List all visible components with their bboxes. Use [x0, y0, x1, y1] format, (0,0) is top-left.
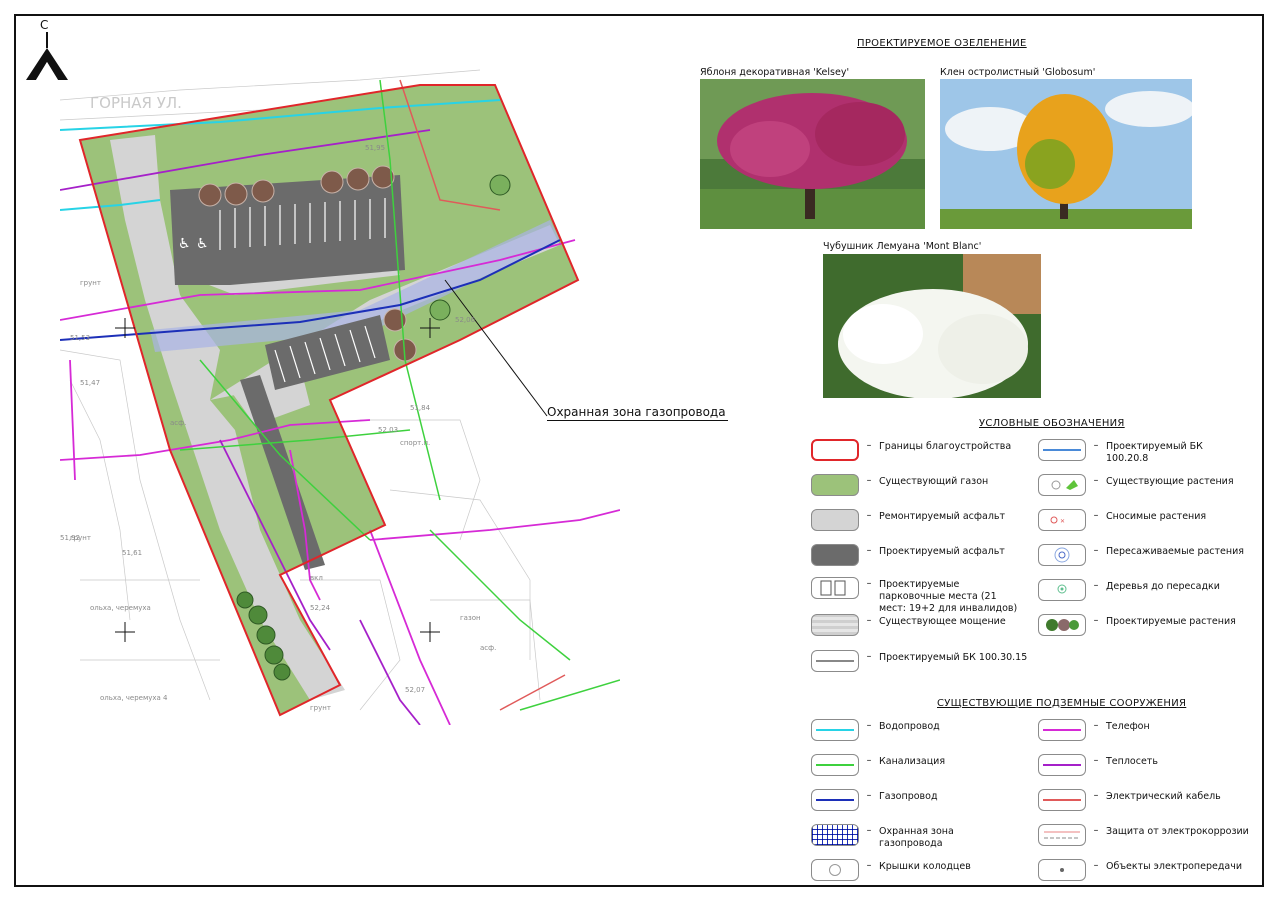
lawn-swatch	[811, 474, 859, 496]
svg-text:51,84: 51,84	[410, 404, 431, 412]
svg-text:асф.: асф.	[170, 419, 186, 427]
svg-text:52,03: 52,03	[378, 426, 398, 434]
boundary-swatch	[811, 439, 859, 461]
replanted-swatch	[1038, 544, 1086, 566]
legend-item-existing-plants: – Существующие растения	[1038, 474, 1253, 496]
legend-item-replanted: – Пересаживаемые растения	[1038, 544, 1253, 566]
svg-text:✕: ✕	[1060, 518, 1065, 525]
street-label: ГОРНАЯ УЛ.	[90, 94, 182, 112]
telephone-swatch	[1038, 719, 1086, 741]
legend-item-sewer: – Канализация	[811, 754, 1031, 776]
maple-tree-photo	[940, 79, 1192, 229]
curb-20-swatch	[1038, 439, 1086, 461]
manhole-swatch	[811, 859, 859, 881]
legend-item-paving: – Существующее мощение	[811, 614, 1031, 636]
repair-asphalt-swatch	[811, 509, 859, 531]
svg-text:51,92: 51,92	[60, 534, 80, 542]
photo-caption-mockorange: Чубушник Лемуана 'Mont Blanc'	[823, 241, 982, 252]
apple-tree-photo	[700, 79, 925, 229]
svg-text:спорт.п.: спорт.п.	[400, 439, 430, 447]
gas-zone-swatch	[811, 824, 859, 846]
legend-item-project-plants: – Проектируемые растения	[1038, 614, 1253, 636]
site-plan: ♿ ♿ ГОРНАЯ УЛ. грунт асф. спорт.п. грунт…	[60, 69, 620, 725]
legend-item-manholes: – Крышки колодцев	[811, 859, 1031, 881]
legend-item-boundary: – Границы благоустройства	[811, 439, 1031, 461]
legend-item-gas-zone: – Охранная зона газопровода	[811, 824, 1011, 850]
project-plants-swatch	[1038, 614, 1086, 636]
curb-30-swatch	[811, 650, 859, 672]
electric-swatch	[1038, 789, 1086, 811]
legend-item-parking: – Проектируемые парковочные места (21 ме…	[811, 577, 1026, 615]
heating-swatch	[1038, 754, 1086, 776]
svg-text:51,61: 51,61	[122, 549, 142, 557]
trees-before-swatch	[1038, 579, 1086, 601]
svg-text:51,95: 51,95	[365, 144, 385, 152]
legend-item-new-asphalt: – Проектируемый асфальт	[811, 544, 1031, 566]
legend-item-heating: – Теплосеть	[1038, 754, 1253, 776]
removed-plants-swatch: ✕	[1038, 509, 1086, 531]
legend-item-lawn: – Существующий газон	[811, 474, 1031, 496]
legend-item-telephone: – Телефон	[1038, 719, 1253, 741]
existing-plants-swatch	[1038, 474, 1086, 496]
legend-item-trees-before: – Деревья до пересадки	[1038, 579, 1253, 601]
legend-item-curb-20: – Проектируемый БК 100.20.8	[1038, 439, 1243, 465]
legend-item-electric: – Электрический кабель	[1038, 789, 1253, 811]
legend-item-water: – Водопровод	[811, 719, 1031, 741]
photo-caption-apple: Яблоня декоративная 'Kelsey'	[700, 67, 850, 78]
legend-item-curb-30: – Проектируемый БК 100.30.15	[811, 650, 1031, 672]
svg-text:♿: ♿	[178, 236, 191, 252]
legend-item-removed-plants: ✕ – Сносимые растения	[1038, 509, 1253, 531]
legend-title: УСЛОВНЫЕ ОБОЗНАЧЕНИЯ	[979, 418, 1125, 429]
svg-text:газон: газон	[460, 614, 481, 622]
sewer-swatch	[811, 754, 859, 776]
legend-item-repair-asphalt: – Ремонтируемый асфальт	[811, 509, 1031, 531]
svg-text:грунт: грунт	[310, 704, 331, 712]
legend-item-power: – Объекты электропередачи	[1038, 859, 1263, 881]
svg-text:51,53: 51,53	[70, 334, 90, 342]
legend-item-gas: – Газопровод	[811, 789, 1031, 811]
mockorange-shrub-photo	[823, 254, 1041, 398]
greening-title: ПРОЕКТИРУЕМОЕ ОЗЕЛЕНЕНИЕ	[857, 38, 1027, 49]
corrosion-swatch	[1038, 824, 1086, 846]
power-swatch	[1038, 859, 1086, 881]
underground-title: СУЩЕСТВУЮЩИЕ ПОДЗЕМНЫЕ СООРУЖЕНИЯ	[937, 698, 1187, 709]
svg-text:грунт: грунт	[80, 279, 101, 287]
svg-text:51,47: 51,47	[80, 379, 100, 387]
svg-text:♿: ♿	[196, 236, 209, 252]
photo-caption-maple: Клен остролистный 'Globosum'	[940, 67, 1096, 78]
svg-text:52,24: 52,24	[310, 604, 331, 612]
svg-text:52,06: 52,06	[455, 316, 476, 324]
paving-swatch	[811, 614, 859, 636]
water-swatch	[811, 719, 859, 741]
legend-item-corrosion: – Защита от электрокоррозии	[1038, 824, 1263, 846]
gas-zone-callout: Охранная зона газопровода	[547, 405, 728, 421]
parking-swatch	[811, 577, 859, 599]
svg-text:асф.: асф.	[480, 644, 496, 652]
new-asphalt-swatch	[811, 544, 859, 566]
svg-text:ольха, черемуха: ольха, черемуха	[90, 604, 151, 612]
gas-swatch	[811, 789, 859, 811]
svg-text:вкл: вкл	[310, 574, 323, 582]
svg-text:52,07: 52,07	[405, 686, 425, 694]
svg-text:ольха, черемуха 4: ольха, черемуха 4	[100, 694, 168, 702]
